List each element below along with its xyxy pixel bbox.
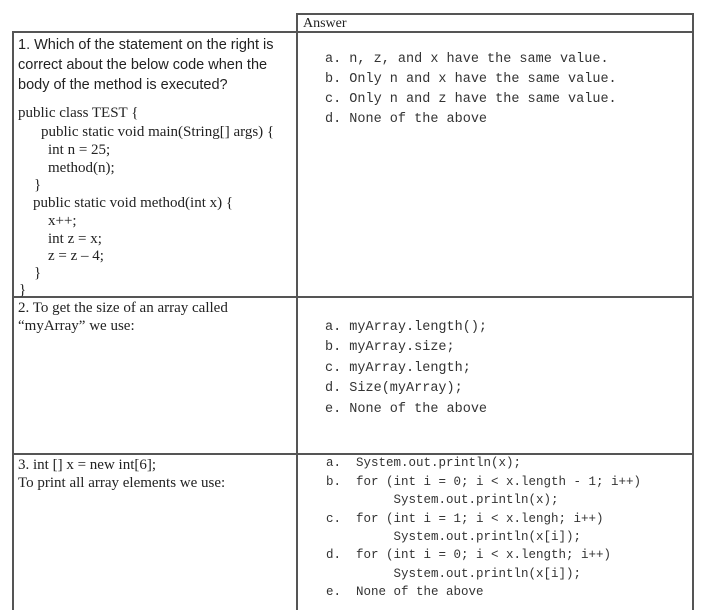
code-line: public static void main(String[] args) { [41, 124, 275, 140]
answer-column-header: Answer [303, 16, 347, 31]
code-line: } [34, 177, 42, 193]
answer-option-d-continuation: System.out.println(x[i]); [326, 567, 582, 581]
code-line: public class TEST { [18, 105, 139, 121]
code-line: method(n); [48, 160, 115, 176]
question-1-prompt: 1. Which of the statement on the right i… [18, 35, 293, 95]
answer-option-b[interactable]: b. for (int i = 0; i < x.length - 1; i++… [326, 475, 641, 489]
row1-top-border [12, 31, 694, 33]
answer-option-c-continuation: System.out.println(x[i]); [326, 530, 582, 544]
code-line: } [34, 265, 42, 281]
prompt-line: To print all array elements we use: [18, 475, 226, 491]
answer-option-b[interactable]: b. Only n and x have the same value. [325, 72, 617, 87]
prompt-line: 3. int [] x = new int[6]; [18, 457, 157, 473]
column-divider [296, 13, 298, 610]
prompt-line: “myArray” we use: [18, 318, 135, 334]
row3-top-border [12, 453, 694, 455]
prompt-line: 1. Which of the statement on the right i… [18, 37, 274, 53]
question-3-prompt: 3. int [] x = new int[6]; To print all a… [18, 456, 225, 492]
answer-option-d[interactable]: d. None of the above [325, 112, 487, 127]
prompt-line: body of the method is executed? [18, 77, 228, 93]
answer-option-b[interactable]: b. myArray.size; [325, 340, 455, 355]
table-left-border [12, 31, 14, 610]
question-2-prompt: 2. To get the size of an array called “m… [18, 299, 228, 335]
answer-option-a[interactable]: a. myArray.length(); [325, 320, 487, 335]
answer-option-d[interactable]: d. for (int i = 0; i < x.length; i++) [326, 548, 611, 562]
prompt-line: correct about the below code when the [18, 57, 268, 73]
table-right-border [692, 13, 694, 610]
prompt-line: 2. To get the size of an array called [18, 300, 228, 316]
code-line: z = z – 4; [48, 248, 104, 264]
answer-header-top-border [296, 13, 694, 15]
answer-option-b-continuation: System.out.println(x); [326, 493, 559, 507]
code-line: } [19, 282, 27, 298]
code-line: public static void method(int x) { [33, 195, 234, 211]
answer-option-e[interactable]: e. None of the above [326, 585, 484, 599]
answer-option-a[interactable]: a. System.out.println(x); [326, 456, 521, 470]
row2-top-border [12, 296, 694, 298]
answer-option-c[interactable]: c. for (int i = 1; i < x.lengh; i++) [326, 512, 604, 526]
answer-option-d[interactable]: d. Size(myArray); [325, 381, 463, 396]
answer-option-a[interactable]: a. n, z, and x have the same value. [325, 52, 609, 67]
code-line: int n = 25; [48, 142, 111, 158]
answer-option-c[interactable]: c. myArray.length; [325, 361, 471, 376]
answer-option-e[interactable]: e. None of the above [325, 402, 487, 417]
answer-option-c[interactable]: c. Only n and z have the same value. [325, 92, 617, 107]
code-line: x++; [48, 213, 77, 229]
